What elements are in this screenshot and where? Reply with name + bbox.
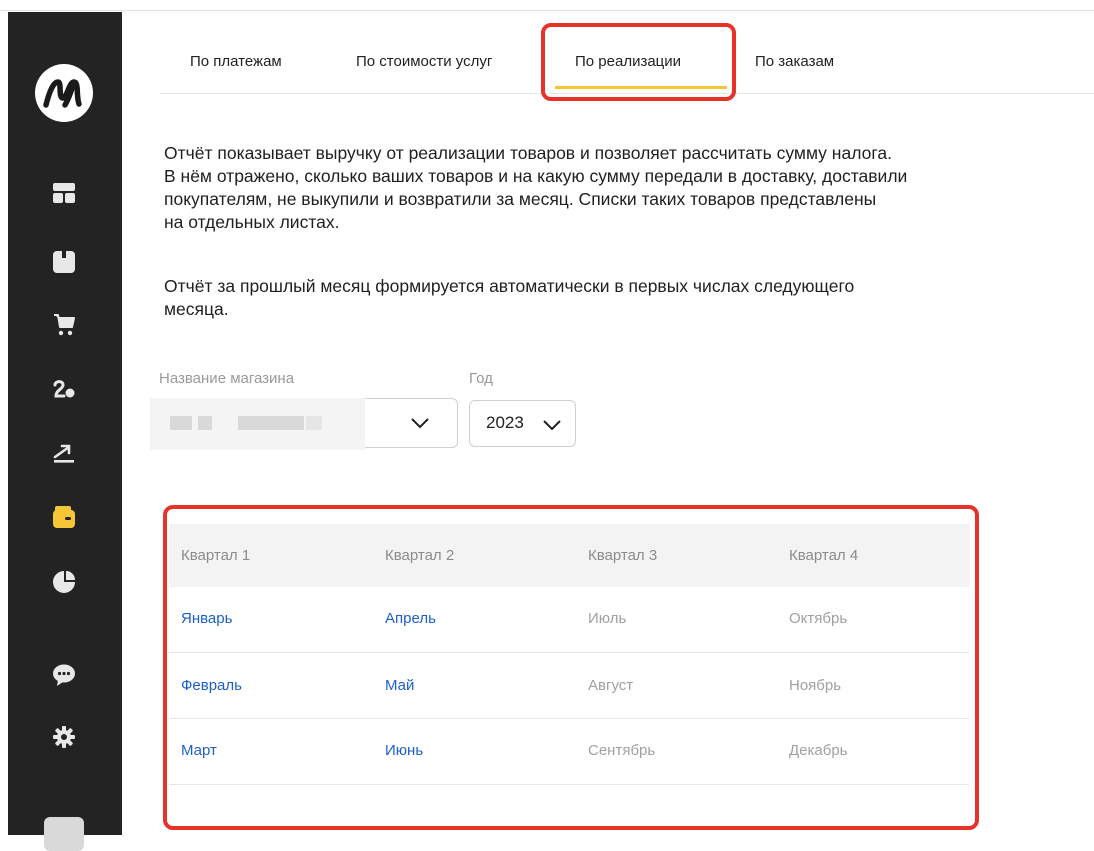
store-select-box[interactable]: [365, 398, 458, 448]
pie-chart-icon[interactable]: [51, 569, 77, 595]
description-line: на отдельных листах.: [164, 212, 340, 232]
quarters-highlight: [163, 505, 979, 830]
tab-orders[interactable]: По заказам: [755, 45, 834, 93]
year-value: 2023: [486, 413, 524, 432]
description-line: В нём отражено, сколько ваших товаров и …: [164, 166, 908, 186]
market-logo-icon[interactable]: [35, 64, 93, 122]
customers-icon[interactable]: [51, 377, 77, 403]
description-paragraph-2: Отчёт за прошлый месяц формируется автом…: [164, 275, 1084, 321]
avatar[interactable]: [44, 817, 84, 851]
description-line: покупателям, не выкупили и возвратили за…: [164, 189, 877, 209]
dashboard-icon[interactable]: [51, 180, 77, 206]
description-line: месяца.: [164, 299, 229, 319]
active-tab-highlight: [541, 23, 736, 101]
description-paragraph-1: Отчёт показывает выручку от реализации т…: [164, 142, 1084, 234]
cart-icon[interactable]: [51, 312, 77, 338]
store-name-redacted: [150, 398, 365, 450]
chat-icon[interactable]: [51, 662, 77, 688]
tab-service-cost[interactable]: По стоимости услуг: [356, 45, 492, 93]
top-divider: [0, 10, 1094, 11]
year-select[interactable]: 2023: [469, 400, 576, 447]
tab-payments[interactable]: По платежам: [190, 45, 282, 93]
sidebar: [8, 12, 122, 851]
gear-icon[interactable]: [51, 724, 77, 750]
year-label: Год: [469, 370, 493, 387]
chevron-down-icon: [411, 418, 429, 429]
store-select[interactable]: [150, 398, 458, 450]
description-line: Отчёт показывает выручку от реализации т…: [164, 143, 892, 163]
growth-icon[interactable]: [51, 440, 77, 466]
box-icon[interactable]: [51, 249, 77, 275]
wallet-icon[interactable]: [51, 504, 77, 530]
description-line: Отчёт за прошлый месяц формируется автом…: [164, 276, 855, 296]
chevron-down-icon: [543, 420, 561, 431]
store-label: Название магазина: [159, 370, 295, 387]
